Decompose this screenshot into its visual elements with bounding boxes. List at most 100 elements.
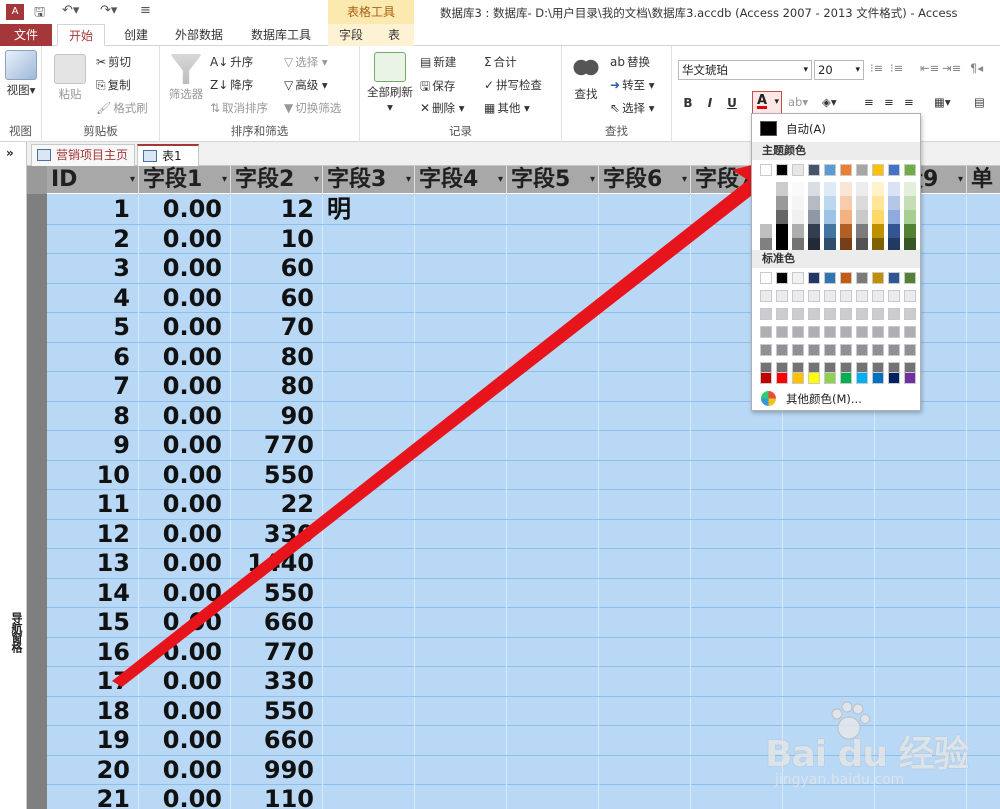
- theme-color-swatch[interactable]: [776, 164, 788, 176]
- table-cell[interactable]: [691, 608, 783, 637]
- theme-color-shade-swatch[interactable]: [808, 224, 820, 238]
- tab-create[interactable]: 创建: [114, 24, 158, 46]
- numbering-icon[interactable]: ⁝≡: [890, 61, 903, 75]
- theme-color-shade-swatch[interactable]: [904, 224, 916, 238]
- nav-pane-toggle[interactable]: »: [6, 146, 14, 160]
- table-cell[interactable]: [691, 549, 783, 578]
- table-cell[interactable]: 7: [47, 372, 139, 401]
- table-cell[interactable]: [783, 549, 875, 578]
- remove-sort-button[interactable]: ⇅ 取消排序: [210, 100, 268, 116]
- theme-color-shade-swatch[interactable]: [856, 182, 868, 196]
- theme-color-shade-swatch[interactable]: [840, 182, 852, 196]
- select-all-corner[interactable]: [27, 166, 47, 194]
- column-filter-arrow-icon[interactable]: ▾: [590, 166, 595, 194]
- table-cell[interactable]: [599, 313, 691, 342]
- copy-button[interactable]: ⎘ 复制: [96, 77, 131, 93]
- table-cell[interactable]: [323, 637, 415, 667]
- table-cell[interactable]: [507, 431, 599, 460]
- table-cell[interactable]: 11: [47, 490, 139, 519]
- table-cell[interactable]: 770: [231, 431, 323, 460]
- standard-color-swatch[interactable]: [824, 372, 836, 384]
- table-cell[interactable]: [415, 578, 507, 608]
- theme-color-swatch[interactable]: [888, 164, 900, 176]
- column-filter-arrow-icon[interactable]: ▾: [130, 166, 135, 194]
- table-cell[interactable]: [323, 342, 415, 372]
- standard-color-tint-swatch[interactable]: [904, 344, 916, 356]
- theme-color-shade-swatch[interactable]: [904, 182, 916, 196]
- save-record-button[interactable]: 🖫 保存: [420, 77, 455, 98]
- table-cell[interactable]: 明: [323, 195, 415, 224]
- table-cell[interactable]: [415, 254, 507, 283]
- paste-button[interactable]: 粘贴: [50, 54, 90, 102]
- table-cell[interactable]: [599, 490, 691, 519]
- column-header[interactable]: 字段4 ▾: [415, 166, 507, 194]
- table-cell[interactable]: 0.00: [139, 195, 231, 224]
- table-cell[interactable]: [691, 637, 783, 667]
- standard-color-swatch[interactable]: [872, 272, 884, 284]
- table-cell[interactable]: 4: [47, 283, 139, 313]
- standard-color-tint-swatch[interactable]: [808, 290, 820, 302]
- table-cell[interactable]: 550: [231, 460, 323, 490]
- table-cell[interactable]: [507, 313, 599, 342]
- tab-database-tools[interactable]: 数据库工具: [241, 24, 321, 46]
- theme-color-shade-swatch[interactable]: [872, 210, 884, 224]
- table-cell[interactable]: [967, 313, 1000, 342]
- table-cell[interactable]: [415, 460, 507, 490]
- table-cell[interactable]: 60: [231, 283, 323, 313]
- table-cell[interactable]: [323, 224, 415, 254]
- table-cell[interactable]: [507, 283, 599, 313]
- table-cell[interactable]: [323, 696, 415, 726]
- table-row[interactable]: 16 0.00 770: [47, 637, 1000, 667]
- sort-descending-button[interactable]: Z↓ 降序: [210, 77, 253, 93]
- table-cell[interactable]: [507, 195, 599, 224]
- table-cell[interactable]: [507, 224, 599, 254]
- standard-color-tint-swatch[interactable]: [824, 290, 836, 302]
- theme-color-shade-swatch[interactable]: [776, 182, 788, 196]
- standard-color-tint-swatch[interactable]: [760, 290, 772, 302]
- standard-color-tint-swatch[interactable]: [824, 326, 836, 338]
- standard-color-tint-swatch[interactable]: [904, 308, 916, 320]
- table-cell[interactable]: [599, 608, 691, 637]
- table-cell[interactable]: [967, 431, 1000, 460]
- table-cell[interactable]: [507, 696, 599, 726]
- table-cell[interactable]: [691, 490, 783, 519]
- table-cell[interactable]: [323, 254, 415, 283]
- filter-button[interactable]: 筛选器: [164, 54, 208, 102]
- table-cell[interactable]: 19: [47, 726, 139, 755]
- undo-icon[interactable]: ↶▾: [62, 3, 79, 18]
- table-cell[interactable]: [967, 343, 1000, 372]
- standard-color-swatch[interactable]: [904, 372, 916, 384]
- table-cell[interactable]: [507, 608, 599, 637]
- theme-color-swatch[interactable]: [824, 164, 836, 176]
- column-filter-arrow-icon[interactable]: ▾: [498, 166, 503, 194]
- table-row[interactable]: 9 0.00 770: [47, 431, 1000, 461]
- standard-color-tint-swatch[interactable]: [776, 326, 788, 338]
- tab-file[interactable]: 文件: [0, 24, 52, 46]
- table-cell[interactable]: [323, 313, 415, 342]
- theme-color-shade-swatch[interactable]: [760, 196, 772, 210]
- column-header[interactable]: 字段3 ▾: [323, 166, 415, 194]
- selection-filter-button[interactable]: ▽ 选择 ▾: [284, 54, 328, 70]
- table-cell[interactable]: [599, 549, 691, 578]
- toggle-filter-button[interactable]: ▼ 切换筛选: [284, 100, 341, 116]
- table-cell[interactable]: [323, 460, 415, 490]
- table-cell[interactable]: [415, 313, 507, 342]
- table-cell[interactable]: [507, 785, 599, 809]
- table-cell[interactable]: 80: [231, 342, 323, 372]
- table-cell[interactable]: [415, 431, 507, 460]
- standard-color-tint-swatch[interactable]: [840, 326, 852, 338]
- table-cell[interactable]: 17: [47, 667, 139, 696]
- highlight-color-icon[interactable]: ab▾: [788, 95, 808, 109]
- select-button[interactable]: ⇖ 选择 ▾: [610, 100, 655, 116]
- table-cell[interactable]: 9: [47, 431, 139, 460]
- theme-color-shade-swatch[interactable]: [824, 210, 836, 224]
- table-cell[interactable]: [691, 460, 783, 490]
- standard-color-swatch[interactable]: [776, 272, 788, 284]
- standard-color-tint-swatch[interactable]: [840, 290, 852, 302]
- table-cell[interactable]: [599, 785, 691, 809]
- table-cell[interactable]: 12: [231, 195, 323, 224]
- tab-table[interactable]: 表: [374, 24, 414, 46]
- theme-color-shade-swatch[interactable]: [792, 224, 804, 238]
- column-filter-arrow-icon[interactable]: ▾: [314, 166, 319, 194]
- theme-color-shade-swatch[interactable]: [888, 210, 900, 224]
